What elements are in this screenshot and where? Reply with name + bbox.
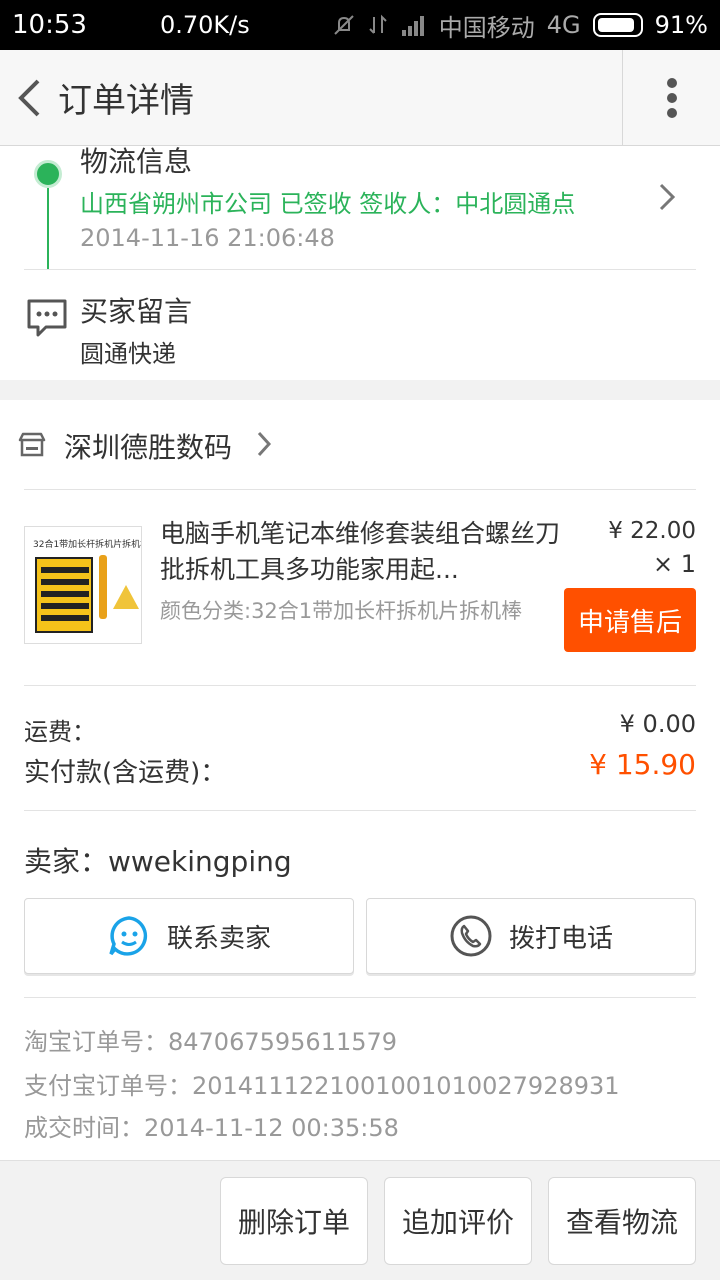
thumbnail-caption: 32合1带加长杆拆机片拆机棒 (33, 540, 142, 550)
logistics-section[interactable]: 物流信息 山西省朔州市公司 已签收 签收人：中北圆通点 2014-11-16 2… (0, 145, 720, 288)
seller-name: 卖家：wwekingping (24, 845, 292, 878)
call-seller-label: 拨打电话 (508, 923, 613, 954)
tool-case-image (35, 557, 93, 633)
mute-icon (334, 15, 354, 35)
view-logistics-button[interactable]: 查看物流 (548, 1177, 696, 1265)
timeline-dot (34, 160, 62, 188)
divider (24, 810, 696, 811)
logistics-title: 物流信息 (80, 145, 193, 178)
page-title: 订单详情 (58, 81, 194, 121)
buyer-message-text: 圆通快递 (80, 340, 176, 368)
alipay-order-number: 支付宝订单号：2014111221001001010027928931 (24, 1072, 620, 1100)
chevron-right-icon (659, 183, 676, 211)
buyer-message-title: 买家留言 (80, 295, 193, 328)
extension-rod-image (99, 555, 107, 619)
product-price: ¥ 22.00 (608, 518, 696, 544)
shop-row[interactable]: 深圳德胜数码 (0, 400, 720, 490)
status-bar: 10:53 0.70K/s 中国移动 4G 91% (0, 0, 720, 50)
carrier-name: 中国移动 (438, 13, 535, 42)
network-type: 4G (546, 11, 581, 39)
contact-seller-button[interactable]: 联系卖家 (24, 898, 354, 974)
product-name: 电脑手机笔记本维修套装组合螺丝刀批拆机工具多功能家用起... (160, 519, 560, 584)
divider (24, 997, 696, 998)
wangwang-chat-icon (109, 916, 148, 956)
buyer-message-section: 买家留言 圆通快递 (0, 270, 720, 380)
add-review-button[interactable]: 追加评价 (384, 1177, 532, 1265)
battery-icon (592, 13, 643, 37)
bottom-action-bar: 删除订单 追加评价 查看物流 (0, 1160, 720, 1280)
status-right: 中国移动 4G 91% (333, 8, 708, 43)
logistics-status: 山西省朔州市公司 已签收 签收人：中北圆通点 (80, 190, 576, 218)
message-icon (27, 299, 67, 337)
delete-order-button[interactable]: 删除订单 (220, 1177, 368, 1265)
product-row[interactable]: 32合1带加长杆拆机片拆机棒 电脑手机笔记本维修套装组合螺丝刀批拆机工具多功能家… (0, 490, 720, 686)
shipping-label: 运费： (24, 718, 96, 746)
signal-icon (401, 16, 424, 36)
product-spec: 颜色分类:32合1带加长杆拆机片拆机棒 (160, 599, 523, 623)
app-header: 订单详情 (0, 50, 720, 146)
back-button[interactable] (4, 50, 54, 146)
taobao-order-number: 淘宝订单号：847067595611579 (24, 1028, 398, 1056)
logistics-time: 2014-11-16 21:06:48 (80, 224, 335, 252)
status-speed: 0.70K/s (159, 11, 250, 39)
phone-icon (450, 915, 492, 957)
data-arrows-icon (369, 14, 387, 34)
battery-fill (597, 18, 635, 32)
pry-pick-image (113, 585, 139, 609)
chevron-left-icon (18, 79, 40, 116)
more-menu-button[interactable] (622, 50, 720, 146)
shop-icon (18, 432, 46, 457)
order-card: 深圳德胜数码 32合1带加长杆拆机片拆机棒 电脑手机笔记本维修套装组合螺丝刀批拆… (0, 400, 720, 1160)
paid-value: ¥ 15.90 (589, 748, 696, 781)
product-quantity: × 1 (652, 550, 696, 578)
shop-name: 深圳德胜数码 (64, 431, 233, 464)
deal-time: 成交时间：2014-11-12 00:35:58 (24, 1114, 399, 1142)
call-seller-button[interactable]: 拨打电话 (366, 898, 696, 974)
product-thumbnail[interactable]: 32合1带加长杆拆机片拆机棒 (24, 526, 142, 644)
chevron-right-icon (257, 431, 272, 457)
divider (24, 685, 696, 686)
after-sale-button[interactable]: 申请售后 (564, 588, 696, 652)
battery-percent: 91% (654, 11, 708, 39)
status-time: 10:53 (12, 10, 87, 40)
contact-seller-label: 联系卖家 (166, 923, 271, 954)
shipping-value: ¥ 0.00 (619, 710, 696, 738)
more-vertical-icon (666, 78, 677, 118)
paid-label: 实付款(含运费)： (24, 758, 227, 788)
